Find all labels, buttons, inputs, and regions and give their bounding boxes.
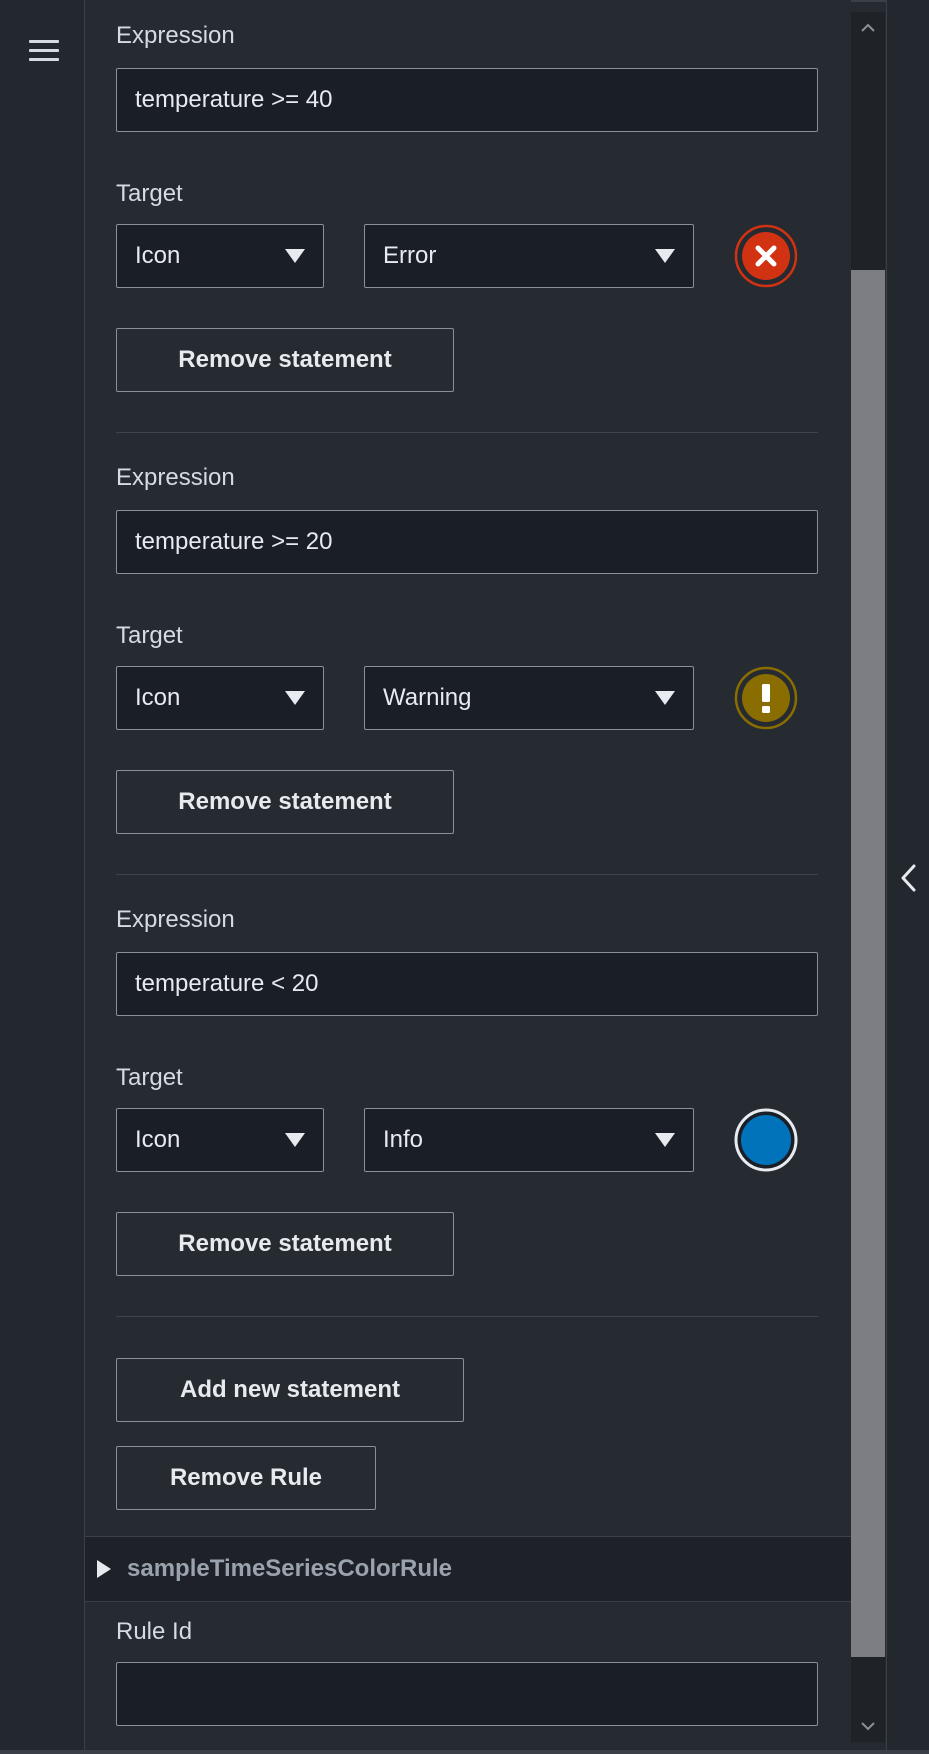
target-icon-select[interactable]: Info [364,1108,694,1172]
expression-label: Expression [116,464,235,491]
dropdown-caret-icon [285,249,305,263]
add-new-statement-button[interactable]: Add new statement [116,1358,464,1422]
scroll-up-icon[interactable] [851,14,885,42]
remove-statement-button[interactable]: Remove statement [116,1212,454,1276]
target-icon-value: Warning [383,684,472,711]
dropdown-caret-icon [655,1133,675,1147]
target-label: Target [116,1064,183,1091]
error-x-circle-icon [734,224,798,288]
rule-name: sampleTimeSeriesColorRule [127,1555,453,1582]
app-window: Expression temperature >= 40 Target Icon… [0,0,929,1754]
statement-divider [116,874,818,875]
info-dot-icon [734,1108,798,1172]
remove-statement-button[interactable]: Remove statement [116,770,454,834]
warning-exclamation-icon [734,666,798,730]
remove-rule-button[interactable]: Remove Rule [116,1446,376,1510]
bottom-border [0,1750,929,1754]
target-type-select[interactable]: Icon [116,666,324,730]
caret-right-icon [97,1560,111,1578]
panel-scrollbar[interactable] [851,12,885,1742]
target-type-value: Icon [135,1126,181,1153]
right-collapse-rail [886,0,929,1754]
left-navigation-rail [0,0,85,1754]
target-label: Target [116,622,183,649]
target-type-value: Icon [135,684,181,711]
dropdown-caret-icon [655,691,675,705]
expression-label: Expression [116,906,235,933]
target-type-value: Icon [135,242,181,269]
chevron-left-icon[interactable] [895,860,921,896]
scroll-down-icon[interactable] [851,1712,885,1740]
target-type-select[interactable]: Icon [116,1108,324,1172]
remove-statement-button[interactable]: Remove statement [116,328,454,392]
expression-input[interactable]: temperature >= 40 [116,68,818,132]
dropdown-caret-icon [285,1133,305,1147]
statement-divider [116,432,818,433]
dropdown-caret-icon [655,249,675,263]
target-icon-select[interactable]: Error [364,224,694,288]
target-icon-value: Error [383,242,437,269]
target-type-select[interactable]: Icon [116,224,324,288]
rule-id-label: Rule Id [116,1618,193,1645]
rule-id-input[interactable] [116,1662,818,1726]
target-icon-select[interactable]: Warning [364,666,694,730]
expression-label: Expression [116,22,235,49]
scroll-thumb[interactable] [851,270,885,1657]
statement-divider [116,1316,818,1317]
dropdown-caret-icon [285,691,305,705]
expression-input[interactable]: temperature < 20 [116,952,818,1016]
target-icon-value: Info [383,1126,424,1153]
hamburger-menu-icon[interactable] [29,38,59,64]
expression-input[interactable]: temperature >= 20 [116,510,818,574]
rule-expander-sample-time-series-color-rule[interactable]: sampleTimeSeriesColorRule [85,1536,851,1602]
target-label: Target [116,180,183,207]
